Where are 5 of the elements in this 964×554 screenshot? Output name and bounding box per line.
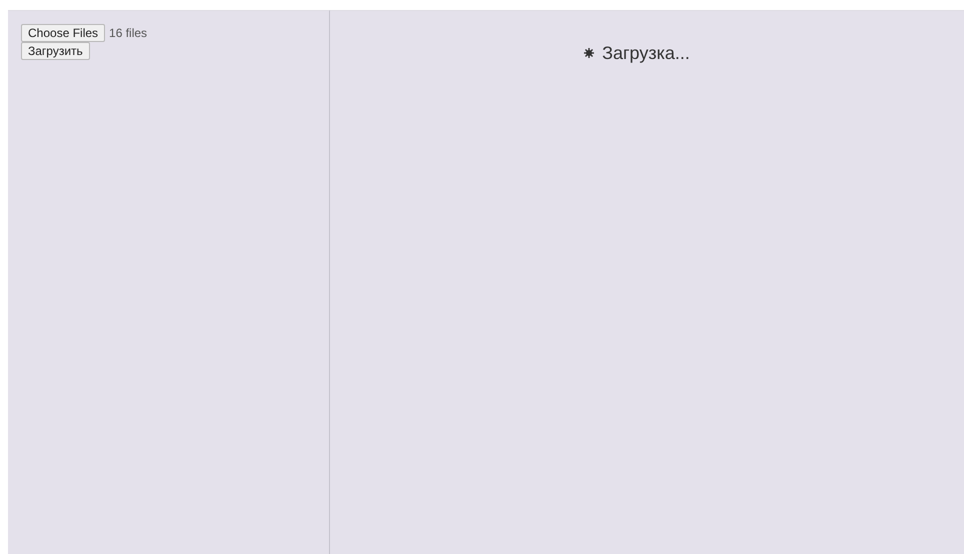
loading-text: Загрузка... — [602, 42, 690, 64]
file-count: 16 files — [109, 26, 148, 40]
spinner-icon — [584, 48, 594, 58]
choose-files-button[interactable]: Choose Files — [21, 24, 106, 42]
upload-button[interactable]: Загрузить — [21, 42, 90, 60]
